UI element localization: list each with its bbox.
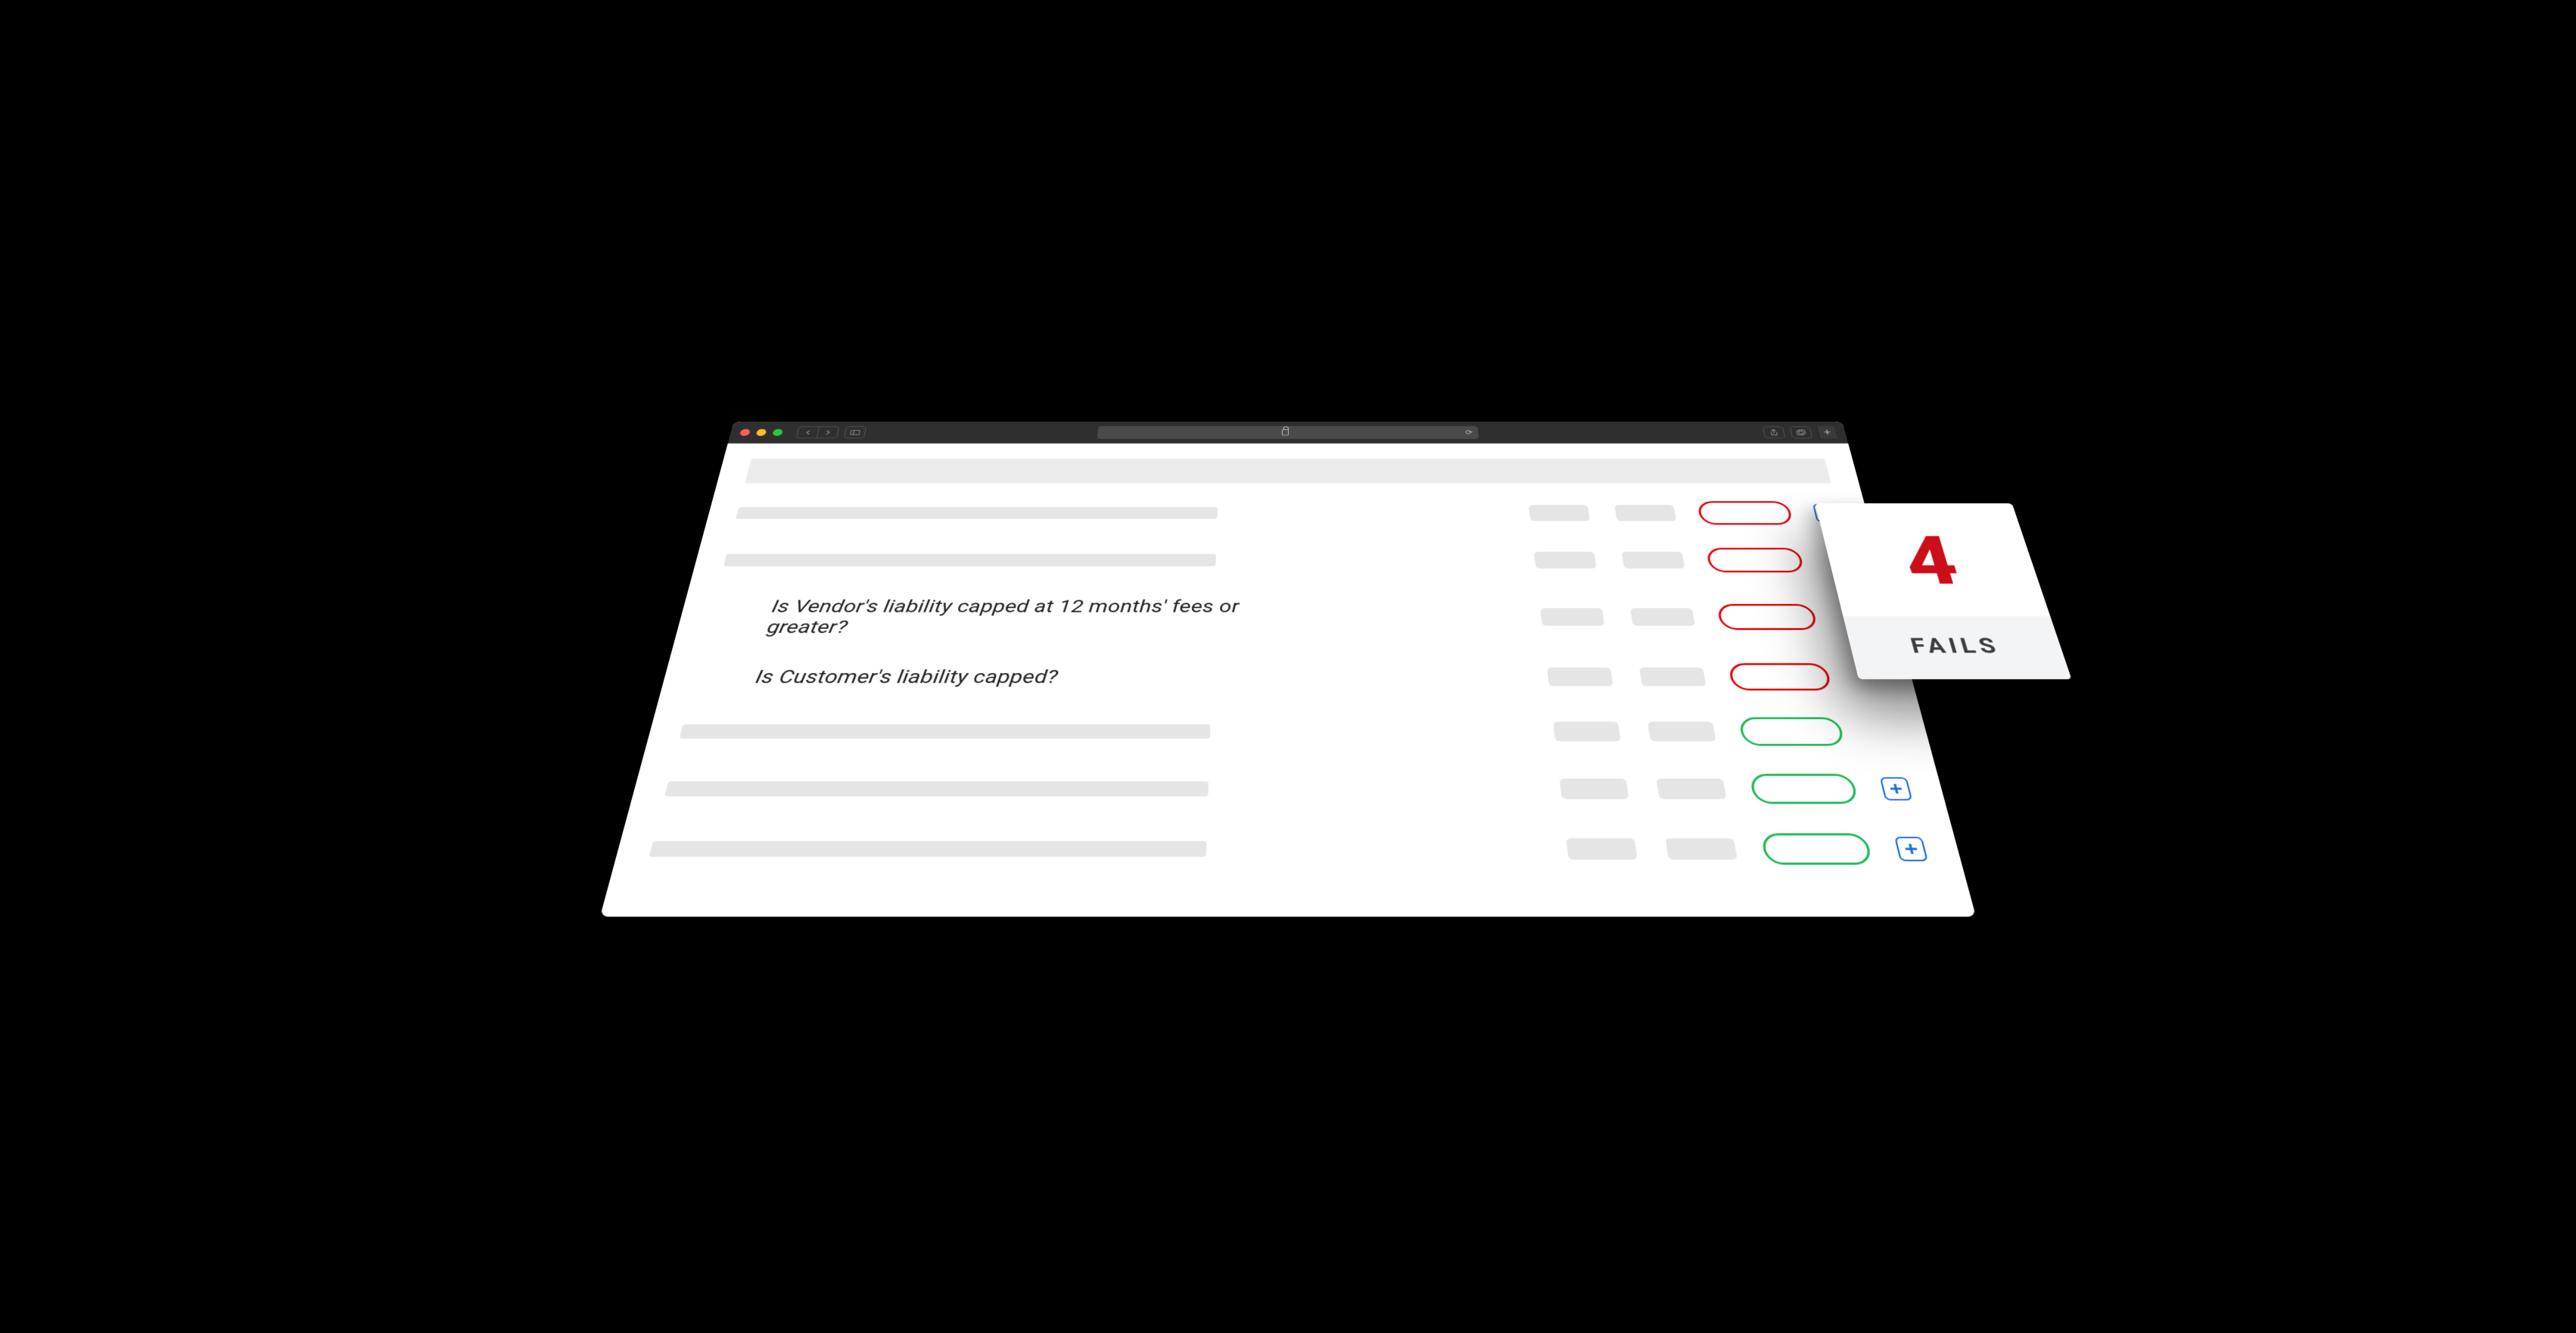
url-bar[interactable]: ⟳ <box>1097 425 1479 438</box>
fails-summary-card: 4 FAILS <box>1815 503 2072 678</box>
question-text: Is Customer's liability capped? <box>754 665 1059 687</box>
window-controls <box>739 428 783 435</box>
page-content: Is Vendor's liability capped at 12 month… <box>600 443 1976 916</box>
page-header-placeholder <box>745 458 1831 483</box>
question-placeholder <box>680 724 1211 738</box>
checklist-row <box>722 547 1854 572</box>
question-cell <box>664 781 1288 796</box>
checklist-row: Is Vendor's liability capped at 12 month… <box>705 596 1871 637</box>
data-cell <box>1547 667 1613 686</box>
data-cell <box>1529 505 1590 521</box>
checklist-row <box>663 774 1914 804</box>
data-cell <box>1639 667 1706 686</box>
status-pill-fail[interactable] <box>1706 547 1805 572</box>
question-placeholder <box>664 781 1209 796</box>
data-cell <box>1614 505 1676 521</box>
data-cell <box>1630 608 1695 625</box>
share-button[interactable] <box>1762 426 1786 438</box>
status-pill-fail[interactable] <box>1697 501 1794 525</box>
question-cell: Is Customer's liability capped? <box>692 665 1288 687</box>
question-cell <box>736 506 1288 519</box>
data-cell <box>1534 551 1597 568</box>
close-window-button[interactable] <box>739 428 751 435</box>
checklist-row <box>734 501 1842 525</box>
new-tab-button[interactable]: + <box>1816 425 1837 438</box>
question-placeholder <box>723 553 1216 565</box>
add-button[interactable] <box>1880 777 1913 800</box>
question-cell <box>680 724 1288 738</box>
status-pill-fail[interactable] <box>1728 663 1832 690</box>
sidebar-toggle-button[interactable] <box>844 426 866 438</box>
checklist-row <box>647 833 1929 864</box>
question-cell <box>723 553 1288 565</box>
browser-window: ⟳ + <box>600 422 1976 917</box>
question-text: Is Vendor's liability capped at 12 month… <box>765 596 1288 637</box>
status-pill-fail[interactable] <box>1716 603 1818 629</box>
data-cell <box>1540 608 1604 625</box>
forward-button[interactable] <box>817 426 839 438</box>
question-cell: Is Vendor's liability capped at 12 month… <box>705 596 1288 637</box>
back-button[interactable] <box>796 426 820 438</box>
minimize-window-button[interactable] <box>756 428 767 435</box>
data-cell <box>1657 778 1727 799</box>
tabs-button[interactable] <box>1790 426 1813 438</box>
add-button[interactable] <box>1894 836 1928 861</box>
fails-label: FAILS <box>1847 634 2064 658</box>
question-placeholder <box>649 841 1207 857</box>
data-cell <box>1647 721 1716 741</box>
nav-cluster <box>796 426 866 438</box>
question-placeholder <box>736 506 1218 519</box>
lock-icon <box>1282 429 1289 435</box>
browser-titlebar: ⟳ + <box>728 422 1849 444</box>
status-pill-pass[interactable] <box>1749 774 1859 804</box>
status-pill-pass[interactable] <box>1738 717 1846 746</box>
data-cell <box>1560 778 1629 799</box>
checklist-row: Is Customer's liability capped? <box>692 663 1884 690</box>
data-cell <box>1622 551 1685 568</box>
data-cell <box>1666 838 1738 859</box>
data-cell <box>1553 721 1621 741</box>
data-cell <box>1566 838 1637 859</box>
reload-icon[interactable]: ⟳ <box>1465 428 1473 436</box>
question-cell <box>649 841 1288 857</box>
fails-count: 4 <box>1822 528 2043 595</box>
status-pill-pass[interactable] <box>1760 833 1873 864</box>
checklist-row <box>677 717 1899 746</box>
maximize-window-button[interactable] <box>772 428 783 435</box>
